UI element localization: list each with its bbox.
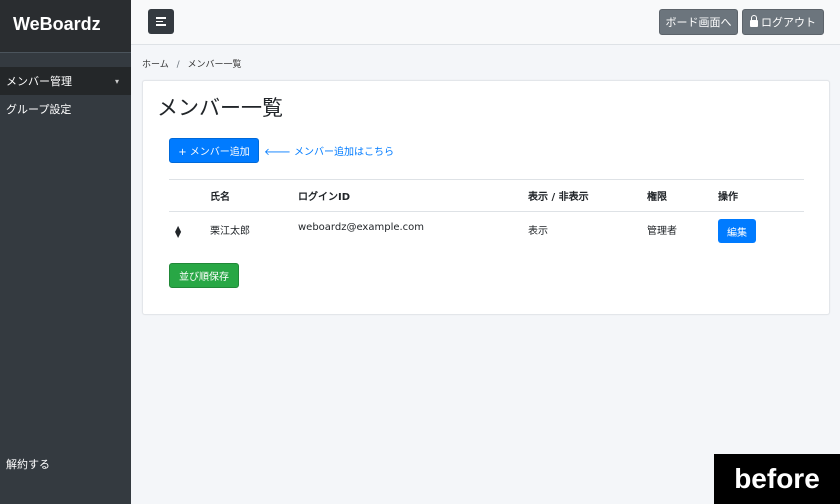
sidebar: WeBoardz メンバー管理 ▾ グループ設定 解約する <box>0 0 131 504</box>
member-role: 管理者 <box>647 226 677 237</box>
col-header-name: 氏名 <box>210 179 298 212</box>
sort-handle-icon[interactable]: ▲ ▼ <box>169 225 181 239</box>
page-title: メンバー一覧 <box>157 96 283 120</box>
member-list-card: メンバー一覧 + メンバー追加 🡐 メンバー追加はこちら 氏名 ログインID 表… <box>142 80 830 315</box>
sidebar-item-group-settings[interactable]: グループ設定 <box>0 95 131 123</box>
table-header-row: 氏名 ログインID 表示 / 非表示 権限 操作 <box>169 179 804 212</box>
top-navbar: ボード画面へ ログアウト <box>131 0 840 45</box>
brand-logo[interactable]: WeBoardz <box>0 0 131 53</box>
col-header-role: 権限 <box>647 179 718 212</box>
before-label: before <box>714 454 840 504</box>
member-visibility: 表示 <box>528 226 548 237</box>
col-header-visibility: 表示 / 非表示 <box>528 179 647 212</box>
lock-icon <box>750 14 758 27</box>
col-header-action: 操作 <box>718 179 804 212</box>
breadcrumb-separator: / <box>176 60 180 70</box>
caret-down-icon: ▾ <box>114 76 119 86</box>
logout-label: ログアウト <box>761 16 816 29</box>
table-row: ▲ ▼ 栗江太郎 weboardz@example.com 表示 管理者 編集 <box>169 212 804 252</box>
add-member-hint: 🡐 メンバー追加はこちら <box>264 147 394 158</box>
sidebar-item-member-management[interactable]: メンバー管理 ▾ <box>0 67 131 95</box>
member-table: 氏名 ログインID 表示 / 非表示 権限 操作 ▲ ▼ 栗江太郎 weboard… <box>169 179 804 252</box>
member-login-id: weboardz@example.com <box>298 222 425 233</box>
board-screen-button[interactable]: ボード画面へ <box>659 9 738 35</box>
menu-icon <box>156 15 166 28</box>
edit-button[interactable]: 編集 <box>718 219 756 243</box>
sidebar-item-label: メンバー管理 <box>6 75 72 88</box>
breadcrumb-home[interactable]: ホーム <box>142 60 169 70</box>
sidebar-item-label: グループ設定 <box>6 103 72 116</box>
col-header-login-id: ログインID <box>298 179 528 212</box>
member-name: 栗江太郎 <box>210 226 250 237</box>
sidebar-toggle-button[interactable] <box>148 9 174 34</box>
save-order-button[interactable]: 並び順保存 <box>169 263 239 288</box>
add-member-button[interactable]: + メンバー追加 <box>169 138 259 163</box>
breadcrumb: ホーム / メンバー一覧 <box>142 57 242 70</box>
breadcrumb-current: メンバー一覧 <box>187 60 242 70</box>
col-header-sort <box>169 179 210 212</box>
sidebar-cancel-link[interactable]: 解約する <box>6 456 50 472</box>
logout-button[interactable]: ログアウト <box>742 9 824 35</box>
